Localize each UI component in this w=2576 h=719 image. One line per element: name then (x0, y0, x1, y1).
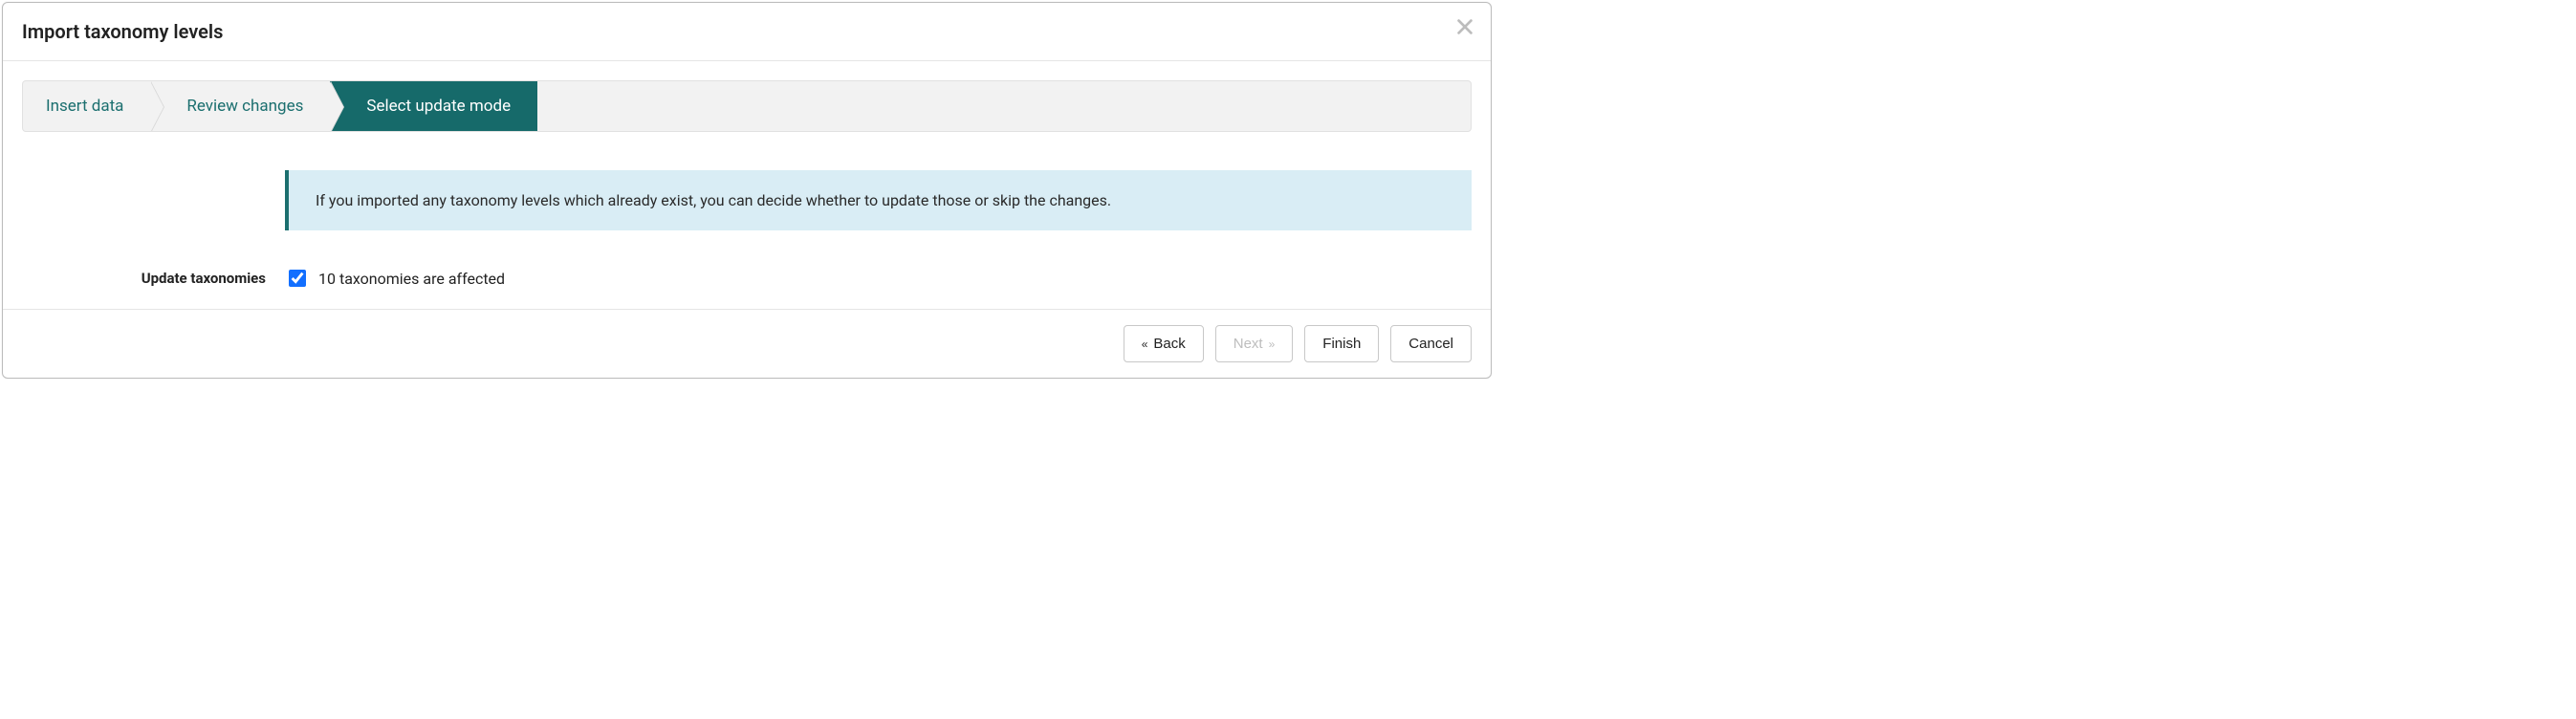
cancel-label: Cancel (1408, 336, 1453, 352)
chevron-double-right-icon: » (1269, 338, 1276, 350)
finish-label: Finish (1322, 336, 1361, 352)
update-taxonomies-checkbox[interactable] (289, 270, 306, 287)
left-spacer (22, 170, 285, 230)
update-taxonomies-label: Update taxonomies (22, 270, 285, 287)
modal-footer: « Back Next » Finish Cancel (3, 309, 1491, 378)
step-label: Insert data (46, 97, 123, 116)
chevron-double-left-icon: « (1142, 338, 1148, 350)
next-button[interactable]: Next » (1215, 325, 1294, 362)
info-box: If you imported any taxonomy levels whic… (285, 170, 1472, 230)
modal-header: Import taxonomy levels (3, 3, 1491, 61)
step-label: Review changes (186, 97, 303, 116)
close-icon (1454, 26, 1475, 40)
step-select-update-mode[interactable]: Select update mode (330, 81, 537, 131)
modal-body: Insert data Review changes Select update… (3, 61, 1491, 309)
step-label: Select update mode (366, 97, 511, 116)
cancel-button[interactable]: Cancel (1390, 325, 1472, 362)
info-text: If you imported any taxonomy levels whic… (316, 191, 1111, 209)
right-col: If you imported any taxonomy levels whic… (285, 170, 1472, 230)
update-taxonomies-row: Update taxonomies 10 taxonomies are affe… (22, 267, 1472, 290)
update-taxonomies-value: 10 taxonomies are affected (285, 267, 505, 290)
step-insert-data[interactable]: Insert data (23, 81, 150, 131)
back-label: Back (1153, 336, 1185, 352)
finish-button[interactable]: Finish (1304, 325, 1379, 362)
close-button[interactable] (1451, 12, 1479, 44)
import-taxonomy-modal: Import taxonomy levels Insert data Revie… (2, 2, 1492, 379)
back-button[interactable]: « Back (1124, 325, 1204, 362)
content-wrap: If you imported any taxonomy levels whic… (22, 170, 1472, 230)
step-review-changes[interactable]: Review changes (150, 81, 330, 131)
wizard-steps: Insert data Review changes Select update… (22, 80, 1472, 132)
modal-title: Import taxonomy levels (22, 20, 223, 43)
next-label: Next (1233, 336, 1263, 352)
affected-count-text: 10 taxonomies are affected (318, 270, 505, 288)
